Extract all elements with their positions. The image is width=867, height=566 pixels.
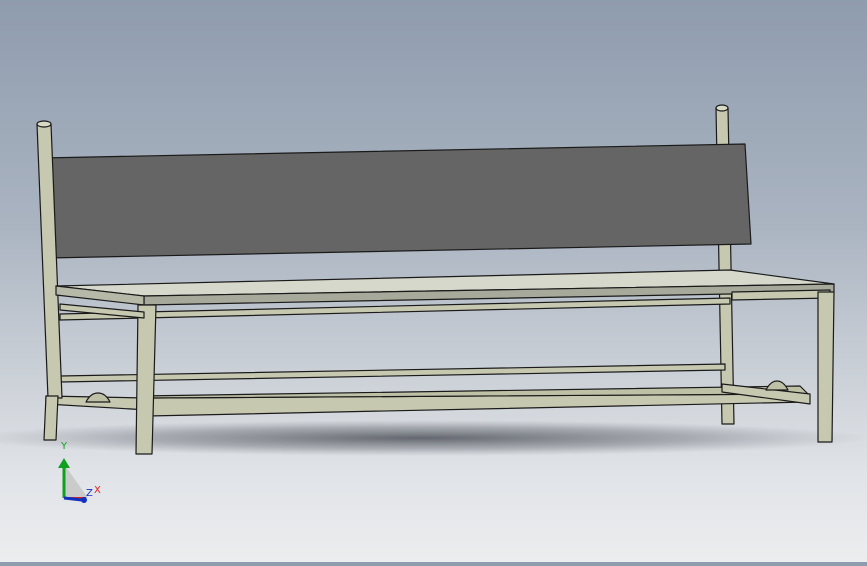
right-floor-clip <box>765 380 789 391</box>
front-leg-left <box>135 304 157 455</box>
seat-frame-right <box>731 289 831 301</box>
rear-post-right-cap <box>715 104 729 112</box>
floor-shadow <box>0 420 867 456</box>
front-leg-right <box>817 291 835 443</box>
rear-lower-rail <box>59 363 726 383</box>
cad-viewport[interactable]: Y Z X <box>0 0 867 562</box>
axis-triad: Y Z X <box>52 440 112 510</box>
y-axis-label: Y <box>61 441 68 452</box>
z-axis-label: Z <box>86 488 93 499</box>
bench-model[interactable] <box>0 0 867 562</box>
backrest-panel <box>41 143 752 259</box>
rear-post-left-cap <box>36 120 52 128</box>
y-axis-arrow <box>58 458 70 468</box>
x-axis-label: X <box>94 485 101 496</box>
rear-leg-left-lower <box>43 395 59 441</box>
z-axis-line <box>63 496 83 502</box>
triad-plane-fill <box>64 464 88 498</box>
left-floor-clip <box>85 392 111 403</box>
